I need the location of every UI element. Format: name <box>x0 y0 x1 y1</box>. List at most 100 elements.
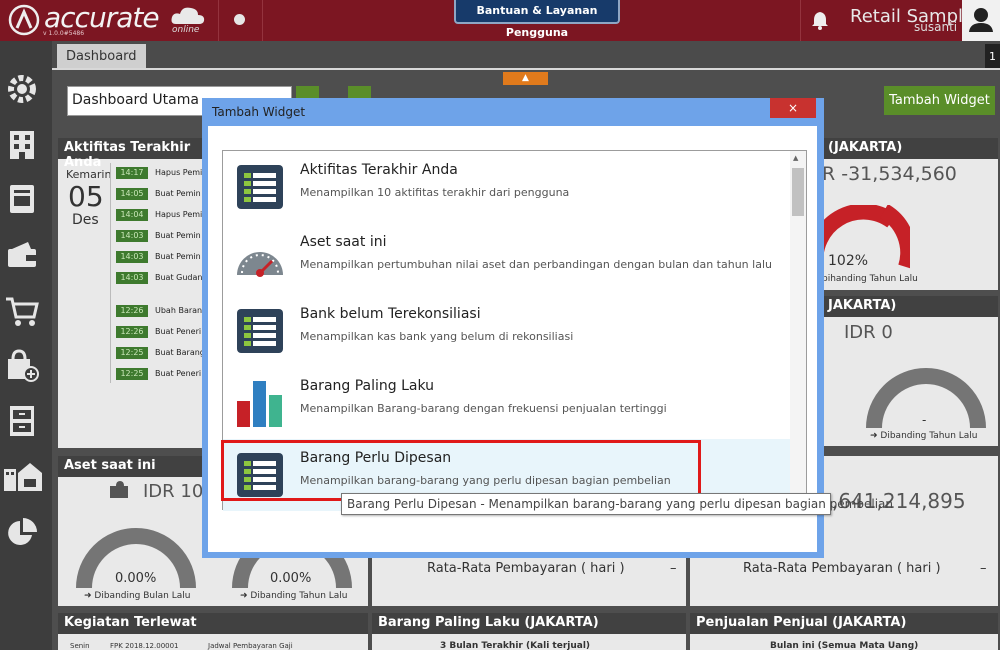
avg-payment-value: – <box>980 561 987 576</box>
cart-icon[interactable] <box>4 293 40 329</box>
day-number: 05 <box>68 180 104 213</box>
collapse-arrow-button[interactable]: ▲ <box>503 72 548 85</box>
panel-title: Aktifitas Terakhir Anda <box>58 138 210 170</box>
widget-item-title: Aktifitas Terakhir Anda <box>300 162 458 178</box>
puzzle-icon <box>110 481 128 498</box>
activity-time: 12:25 <box>116 347 148 359</box>
overdue-ref[interactable]: FPK 2018.12.00001 <box>110 642 179 650</box>
activity-time: 14:05 <box>116 188 148 200</box>
widget-item[interactable]: Aktifitas Terakhir Anda Menampilkan 10 ak… <box>223 151 790 223</box>
warehouse-truck-icon[interactable] <box>2 459 42 495</box>
close-button[interactable]: × <box>770 98 816 118</box>
activity-text[interactable]: Buat Pemin <box>155 252 201 261</box>
scroll-up-icon[interactable]: ▲ <box>793 154 798 162</box>
compare-note: ➜ Dibanding Tahun Lalu <box>240 591 348 601</box>
month-label: Des <box>72 212 99 228</box>
user-menu-button[interactable] <box>962 0 1000 41</box>
widget-item[interactable]: Barang Paling Laku Menampilkan Barang-bar… <box>223 367 790 439</box>
activity-text[interactable]: Buat Peneri <box>155 327 201 336</box>
activity-time: 14:03 <box>116 272 148 284</box>
avg-payment-label: Rata-Rata Pembayaran ( hari ) <box>743 561 941 576</box>
tab-counter[interactable]: 1 <box>985 44 1000 69</box>
widget-item-description: Menampilkan kas bank yang belum di rekon… <box>300 330 574 343</box>
avg-payment-label: Rata-Rata Pembayaran ( hari ) <box>427 561 625 576</box>
ledger-icon[interactable] <box>4 181 40 217</box>
gear-icon[interactable] <box>4 71 40 107</box>
bar-chart-icon <box>237 381 282 427</box>
panel-title: Barang Paling Laku (JAKARTA) <box>372 613 686 634</box>
compare-note-text: Dibanding Tahun Lalu <box>250 591 348 601</box>
divider <box>262 0 263 41</box>
accurate-logo-icon[interactable] <box>8 4 40 36</box>
gauge-percent: 102% <box>828 253 869 269</box>
activity-text[interactable]: Buat Pemin <box>155 189 201 198</box>
widget-item-description: Menampilkan Barang-barang dengan frekuen… <box>300 402 667 415</box>
panel-title: Penjualan Penjual (JAKARTA) <box>690 613 998 634</box>
activity-text[interactable]: Buat Pemin <box>155 231 201 240</box>
cloud-icon <box>171 7 205 24</box>
gauge-percent: - <box>922 413 927 427</box>
user-icon <box>969 8 993 32</box>
activity-text[interactable]: Buat Peneri <box>155 369 201 378</box>
gauge-year-percent: 0.00% <box>270 571 312 586</box>
compare-note: ➜ Dibanding Tahun Lalu <box>870 431 978 441</box>
add-widget-button[interactable]: Tambah Widget <box>884 86 995 115</box>
cabinet-icon[interactable] <box>4 403 40 439</box>
widget-item[interactable]: Aset saat ini Menampilkan pertumbuhan nil… <box>223 223 790 295</box>
panel-subtitle: 3 Bulan Terakhir (Kali terjual) <box>440 641 591 650</box>
gauge-month-percent: 0.00% <box>115 571 157 586</box>
panel-subtitle: Bulan ini (Semua Mata Uang) <box>770 641 919 650</box>
activity-time: 12:26 <box>116 305 148 317</box>
scroll-thumb[interactable] <box>792 168 804 216</box>
divider <box>218 0 219 41</box>
selection-highlight <box>221 440 701 501</box>
dialog-title: Tambah Widget <box>212 105 306 119</box>
pie-chart-icon[interactable] <box>4 515 40 551</box>
status-dot[interactable] <box>234 14 245 25</box>
activity-time: 14:03 <box>116 230 148 242</box>
wallet-icon[interactable] <box>4 237 40 273</box>
widget-item-title: Aset saat ini <box>300 234 387 250</box>
bell-icon[interactable] <box>809 9 831 31</box>
overdue-text: Jadwal Pembayaran Gaji <box>208 642 293 650</box>
compare-note-text: Dibanding Tahun Lalu <box>880 431 978 441</box>
logo-sub: online <box>172 25 200 35</box>
divider <box>800 0 801 41</box>
building-icon[interactable] <box>4 127 40 163</box>
list-icon <box>237 309 283 353</box>
activity-time: 14:17 <box>116 167 148 179</box>
gauge-icon <box>237 252 283 277</box>
activity-time: 12:25 <box>116 368 148 380</box>
widget-item-description: Menampilkan pertumbuhan nilai aset dan p… <box>300 258 772 271</box>
compare-note: bihanding Tahun Lalu <box>822 274 918 284</box>
panel-title: Kegiatan Terlewat <box>58 613 368 634</box>
tab-dashboard[interactable]: Dashboard <box>57 44 146 69</box>
activity-time: 14:03 <box>116 251 148 263</box>
app-version: v 1.0.0#5486 <box>43 30 85 37</box>
tooltip: Barang Perlu Dipesan - Menampilkan baran… <box>341 493 893 515</box>
activity-text[interactable]: Ubah Baran <box>155 306 202 315</box>
widget-item-title: Barang Paling Laku <box>300 378 435 394</box>
compare-note: ➜ Dibanding Bulan Lalu <box>84 591 191 601</box>
timeline <box>110 163 111 383</box>
activity-time: 12:26 <box>116 326 148 338</box>
value-text: R -31,534,560 <box>822 163 957 185</box>
panel-title: JAKARTA) <box>822 296 998 317</box>
activity-text[interactable]: Hapus Pemi <box>155 168 202 177</box>
activity-time: 14:04 <box>116 209 148 221</box>
widget-item-description: Menampilkan 10 aktifitas terakhir dari p… <box>300 186 570 199</box>
widget-item[interactable]: Bank belum Terekonsiliasi Menampilkan kas… <box>223 295 790 367</box>
list-icon <box>237 165 283 209</box>
activity-text[interactable]: Buat Gudan <box>155 273 202 282</box>
widget-item-title: Bank belum Terekonsiliasi <box>300 306 481 322</box>
compare-note-text: Dibanding Bulan Lalu <box>94 591 191 601</box>
sidebar <box>0 41 50 650</box>
user-name[interactable]: susanti <box>914 20 957 34</box>
panel-title: (JAKARTA) <box>822 138 998 159</box>
activity-text[interactable]: Buat Barang <box>155 348 205 357</box>
avg-payment-value: – <box>670 561 677 576</box>
shopping-bag-add-icon[interactable] <box>4 347 40 383</box>
help-button[interactable]: Bantuan & Layanan Pengguna <box>454 0 620 39</box>
overdue-day: Senin <box>70 642 90 650</box>
activity-text[interactable]: Hapus Pemi <box>155 210 202 219</box>
